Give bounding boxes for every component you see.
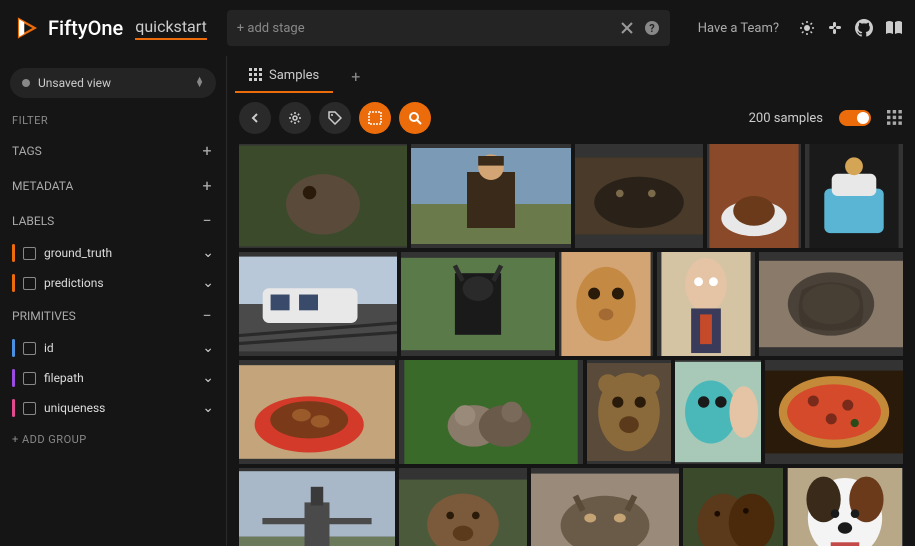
chevron-down-icon[interactable]: ⌄ [202,275,214,291]
sample-thumbnail[interactable] [657,252,755,356]
sample-thumbnail[interactable] [675,360,761,464]
sample-thumbnail[interactable] [411,144,571,248]
section-metadata[interactable]: METADATA + [0,168,226,203]
color-indicator [12,274,15,292]
section-primitives[interactable]: PRIMITIVES − [0,298,226,333]
sample-thumbnail[interactable] [399,468,527,546]
sample-thumbnail[interactable] [575,144,703,248]
sample-thumbnail[interactable] [401,252,555,356]
sample-thumbnail[interactable] [239,360,395,464]
tag-icon [328,111,342,125]
add-stage-placeholder: + add stage [237,21,620,36]
toggle-switch[interactable] [839,110,871,126]
app-logo[interactable]: FiftyOne [12,14,123,42]
grid-size-icon[interactable] [887,110,903,126]
checkbox[interactable] [23,342,36,355]
filter-header: FILTER [0,108,226,133]
grid-icon [249,68,263,82]
sidebar: Unsaved view ▲▼ FILTER TAGS + METADATA +… [0,56,227,546]
plus-icon[interactable]: + [200,176,214,195]
sample-count: 200 samples [749,111,823,126]
tab-label: Samples [269,68,319,83]
view-selector[interactable]: Unsaved view ▲▼ [10,68,216,98]
theme-icon[interactable] [799,20,815,36]
field-predictions[interactable]: predictions ⌄ [0,268,226,298]
view-name: Unsaved view [38,76,187,90]
view-status-dot [22,79,30,87]
sample-grid [227,140,915,546]
sample-thumbnail[interactable] [239,144,407,248]
sample-thumbnail[interactable] [559,252,653,356]
sample-thumbnail[interactable] [759,252,903,356]
app-name: FiftyOne [48,16,123,40]
field-filepath[interactable]: filepath ⌄ [0,363,226,393]
stepper-icon[interactable]: ▲▼ [195,78,204,88]
search-icon [408,111,422,125]
help-icon[interactable]: ? [644,20,660,36]
slack-icon[interactable] [827,20,843,36]
sample-thumbnail[interactable] [707,144,801,248]
dataset-selector[interactable]: quickstart [135,17,207,40]
color-indicator [12,339,15,357]
sample-thumbnail[interactable] [587,360,671,464]
chevron-down-icon[interactable]: ⌄ [202,400,214,416]
sample-thumbnail[interactable] [805,144,903,248]
section-labels[interactable]: LABELS − [0,203,226,238]
tag-button[interactable] [319,102,351,134]
minus-icon[interactable]: − [200,211,214,230]
color-indicator [12,244,15,262]
team-link[interactable]: Have a Team? [698,21,779,36]
patches-button[interactable] [359,102,391,134]
field-ground-truth[interactable]: ground_truth ⌄ [0,238,226,268]
patches-icon [368,111,382,125]
svg-text:?: ? [649,22,655,35]
chevron-down-icon[interactable]: ⌄ [202,245,214,261]
back-button[interactable] [239,102,271,134]
search-button[interactable] [399,102,431,134]
sample-thumbnail[interactable] [239,468,395,546]
gear-icon [288,111,302,125]
color-indicator [12,399,15,417]
minus-icon[interactable]: − [200,306,214,325]
sample-thumbnail[interactable] [787,468,903,546]
sample-thumbnail[interactable] [399,360,583,464]
github-icon[interactable] [855,19,873,37]
close-icon[interactable] [620,21,634,35]
tab-samples[interactable]: Samples [235,60,333,93]
plus-icon[interactable]: + [200,141,214,160]
color-indicator [12,369,15,387]
chevron-down-icon[interactable]: ⌄ [202,370,214,386]
chevron-down-icon[interactable]: ⌄ [202,340,214,356]
field-id[interactable]: id ⌄ [0,333,226,363]
checkbox[interactable] [23,247,36,260]
checkbox[interactable] [23,402,36,415]
add-tab-button[interactable]: + [337,59,374,94]
sample-thumbnail[interactable] [765,360,903,464]
checkbox[interactable] [23,277,36,290]
sample-thumbnail[interactable] [683,468,783,546]
fiftyone-logo-icon [12,14,40,42]
section-tags[interactable]: TAGS + [0,133,226,168]
docs-icon[interactable] [885,20,903,36]
checkbox[interactable] [23,372,36,385]
view-bar[interactable]: + add stage ? [227,10,670,46]
field-uniqueness[interactable]: uniqueness ⌄ [0,393,226,423]
sample-thumbnail[interactable] [239,252,397,356]
add-group-button[interactable]: + ADD GROUP [0,423,226,456]
settings-button[interactable] [279,102,311,134]
sample-thumbnail[interactable] [531,468,679,546]
